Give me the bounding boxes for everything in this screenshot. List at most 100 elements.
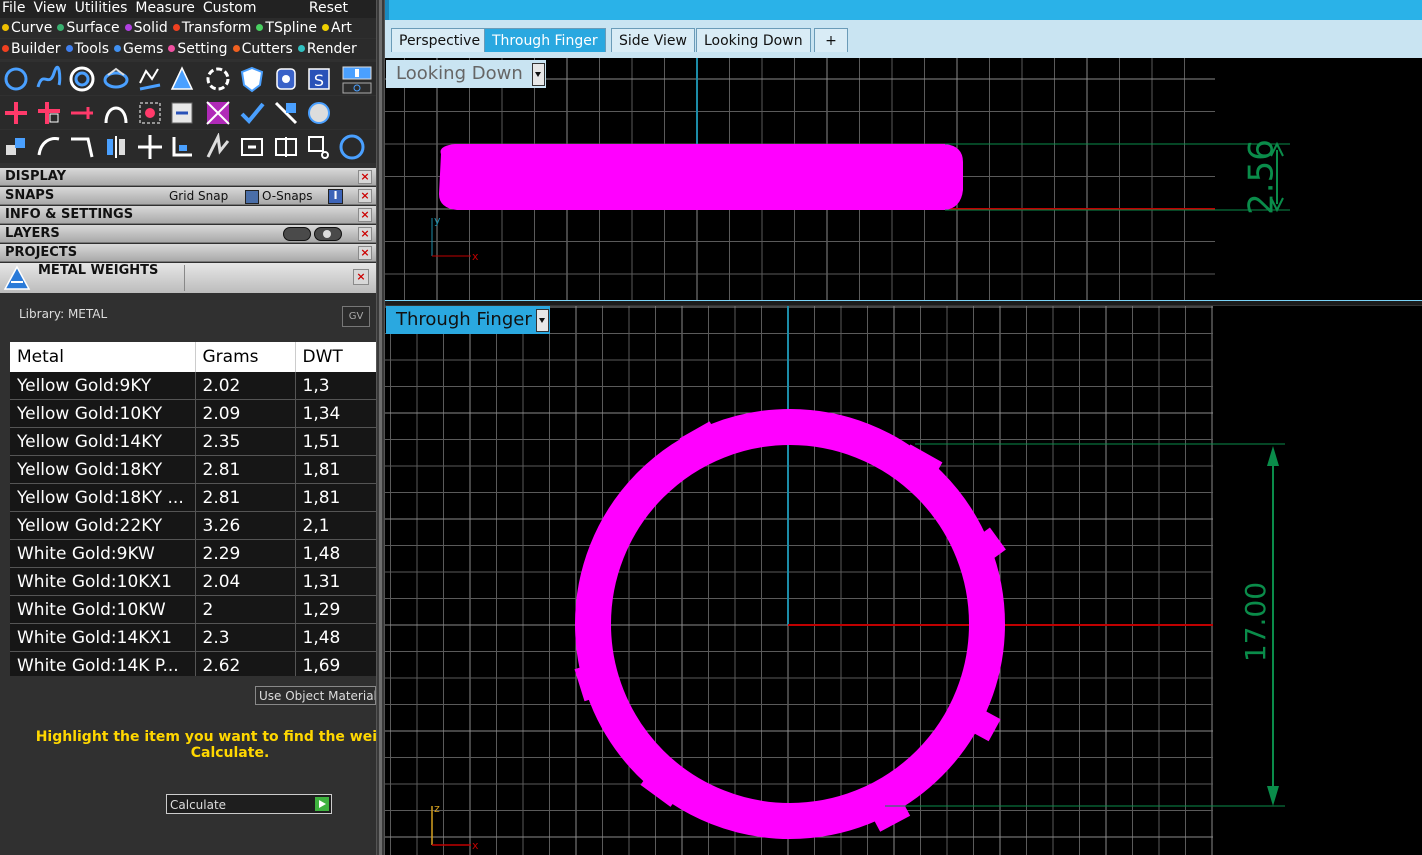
play-icon (315, 797, 329, 811)
toolbar-curve[interactable]: Curve (0, 18, 52, 38)
sweep-icon[interactable] (204, 133, 232, 161)
viewport-looking-down[interactable]: 2.56 y x Looking Down (385, 58, 1422, 300)
use-object-materials-button[interactable]: Use Object Materials (255, 686, 376, 705)
snap-indicator-icon[interactable]: I (328, 189, 343, 204)
extrude-icon[interactable] (168, 133, 196, 161)
cut-icon[interactable] (305, 133, 333, 161)
snap-point-icon[interactable] (136, 99, 164, 127)
cylinder-icon[interactable] (272, 65, 300, 93)
boolean-icon[interactable] (238, 133, 266, 161)
table-row[interactable]: Yellow Gold:10KY 2.09 1,34 (10, 399, 376, 428)
display-panel-header[interactable]: DISPLAY × (0, 168, 376, 186)
close-layers-icon[interactable]: × (358, 227, 372, 241)
point-grid-icon[interactable] (35, 99, 63, 127)
mirror-icon[interactable] (102, 133, 130, 161)
hint-text: Highlight the item you want to find the … (35, 729, 376, 761)
info-settings-panel-header[interactable]: INFO & SETTINGS × (0, 206, 376, 224)
toolbar-setting[interactable]: Setting (166, 39, 228, 59)
gv-button[interactable]: GV (342, 306, 370, 327)
tab-through-finger[interactable]: Through Finger (484, 28, 606, 52)
ring-band-top-view[interactable] (439, 144, 963, 210)
point-line-icon[interactable] (68, 99, 96, 127)
table-row[interactable]: White Gold:14K P... 2.62 1,69 (10, 651, 376, 676)
calculate-button[interactable]: Calculate (166, 794, 332, 814)
column-metal[interactable]: Metal (10, 342, 196, 372)
column-dwt[interactable]: DWT (295, 342, 376, 372)
metal-weight-icon[interactable] (168, 65, 196, 93)
menu-custom[interactable]: Custom (203, 0, 257, 16)
icon-toolbar-2 (0, 96, 376, 129)
shank-icon[interactable] (204, 65, 232, 93)
check-icon[interactable] (238, 99, 266, 127)
table-row[interactable]: White Gold:9KW 2.29 1,48 (10, 539, 376, 568)
table-row[interactable]: Yellow Gold:9KY 2.02 1,3 (10, 372, 376, 400)
curve-arrow-icon[interactable] (35, 133, 63, 161)
ring-icon[interactable] (68, 65, 96, 93)
toolbar-tools[interactable]: Tools (64, 39, 109, 59)
toolbar-gems[interactable]: Gems (112, 39, 163, 59)
trim-icon[interactable] (272, 99, 300, 127)
sphere-icon[interactable] (305, 99, 333, 127)
through-finger-view-label[interactable]: Through Finger (386, 306, 550, 334)
view-dropdown-icon[interactable] (532, 63, 545, 86)
freehand-curve-icon[interactable] (35, 65, 63, 93)
projects-panel-header[interactable]: PROJECTS × (0, 244, 376, 262)
view-dropdown-icon[interactable] (536, 309, 549, 332)
column-grams[interactable]: Grams (195, 342, 296, 372)
snaps-panel-header[interactable]: SNAPS Grid Snap O-Snaps I × (0, 187, 376, 205)
close-metal-weights-icon[interactable]: × (353, 269, 369, 285)
looking-down-view-label[interactable]: Looking Down (386, 60, 546, 88)
toolbar-cutters[interactable]: Cutters (231, 39, 293, 59)
tab-looking-down[interactable]: Looking Down (696, 28, 811, 52)
tab-perspective[interactable]: Perspective (391, 28, 489, 52)
grid-snap-label[interactable]: Grid Snap (169, 187, 228, 205)
menu-reset[interactable]: Reset (309, 0, 348, 16)
close-display-icon[interactable]: × (358, 170, 372, 184)
toolbar-builder[interactable]: Builder (0, 39, 61, 59)
table-row[interactable]: Yellow Gold:22KY 3.26 2,1 (10, 511, 376, 540)
lens-icon[interactable] (102, 65, 130, 93)
bend-icon[interactable] (68, 133, 96, 161)
viewport-through-finger[interactable]: 17.00 z x Through Finger (385, 306, 1422, 855)
table-row[interactable]: White Gold:10KW 2 1,29 (10, 595, 376, 624)
move-icon[interactable] (136, 133, 164, 161)
toolbar-surface[interactable]: Surface (55, 18, 120, 38)
table-row[interactable]: Yellow Gold:14KY 2.35 1,51 (10, 427, 376, 456)
menu-measure[interactable]: Measure (135, 0, 195, 16)
menu-view[interactable]: View (33, 0, 66, 16)
panel-splitter[interactable] (376, 0, 385, 855)
layer-visibility-icon[interactable] (283, 227, 311, 241)
table-row[interactable]: Yellow Gold:18KY 2.81 1,81 (10, 455, 376, 484)
tab-side-view[interactable]: Side View (611, 28, 695, 52)
toolbar-tspline[interactable]: TSpline (254, 18, 317, 38)
o-snaps-toggle[interactable]: O-Snaps (245, 187, 313, 205)
spline-s-icon[interactable]: S (305, 65, 333, 93)
view-toggle-icon[interactable] (342, 66, 372, 80)
split-icon[interactable] (272, 133, 300, 161)
menu-utilities[interactable]: Utilities (75, 0, 128, 16)
cubes-icon[interactable] (2, 133, 30, 161)
toolbar-render[interactable]: Render (296, 39, 357, 59)
eye-icon[interactable] (314, 227, 342, 241)
view-toggle-2-icon[interactable] (342, 82, 372, 94)
close-info-icon[interactable]: × (358, 208, 372, 222)
close-projects-icon[interactable]: × (358, 246, 372, 260)
toolbar-art[interactable]: Art (320, 18, 352, 38)
pattern-icon[interactable] (204, 99, 232, 127)
arc-icon[interactable] (102, 99, 130, 127)
toolbar-solid[interactable]: Solid (123, 18, 168, 38)
menu-file[interactable]: File (2, 0, 25, 16)
table-row[interactable]: White Gold:10KX1 2.04 1,31 (10, 567, 376, 596)
add-tab-icon[interactable]: + (814, 28, 848, 52)
close-snaps-icon[interactable]: × (358, 189, 372, 203)
table-row[interactable]: White Gold:14KX1 2.3 1,48 (10, 623, 376, 652)
link-icon[interactable] (168, 99, 196, 127)
layers-panel-header[interactable]: LAYERS × (0, 225, 376, 243)
table-row[interactable]: Yellow Gold:18KY ... 2.81 1,81 (10, 483, 376, 512)
circle-select-icon[interactable] (338, 133, 366, 161)
shield-icon[interactable] (238, 65, 266, 93)
circle-curve-icon[interactable] (2, 65, 30, 93)
toolbar-transform[interactable]: Transform (171, 18, 251, 38)
point-add-icon[interactable] (2, 99, 30, 127)
band-icon[interactable] (136, 65, 164, 93)
